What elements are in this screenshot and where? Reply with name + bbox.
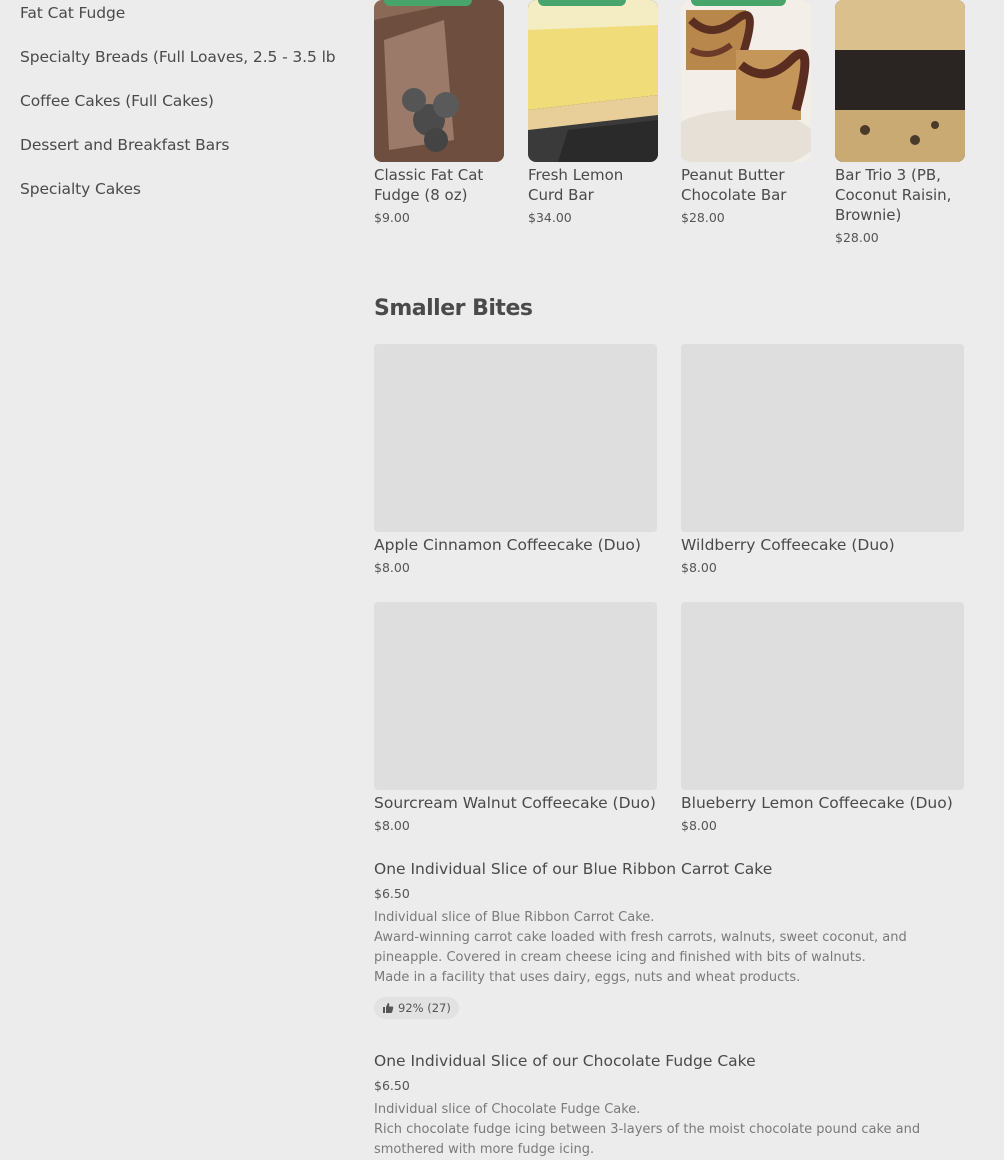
fudge-photo xyxy=(374,0,504,162)
product-price: $8.00 xyxy=(374,560,410,575)
rating-badge: 92% (27) xyxy=(374,997,459,1019)
product-price: $28.00 xyxy=(835,230,879,245)
product-title[interactable]: Classic Fat Cat Fudge (8 oz) xyxy=(374,165,504,205)
product-image-placeholder[interactable] xyxy=(681,344,964,532)
product-price: $9.00 xyxy=(374,210,410,225)
description-line: Made in a facility that uses dairy, eggs… xyxy=(374,970,801,985)
product-image-placeholder[interactable] xyxy=(374,602,657,790)
sidebar-item-dessert-bars[interactable]: Dessert and Breakfast Bars xyxy=(20,136,229,154)
description-line: Award-winning carrot cake loaded with fr… xyxy=(374,930,907,965)
product-title[interactable]: One Individual Slice of our Blue Ribbon … xyxy=(374,860,772,878)
sidebar-item-fat-cat-fudge[interactable]: Fat Cat Fudge xyxy=(20,4,125,22)
product-title[interactable]: Sourcream Walnut Coffeecake (Duo) xyxy=(374,794,656,812)
lemon-bar-photo xyxy=(528,0,658,162)
pb-bar-photo xyxy=(681,0,811,162)
product-description: Individual slice of Blue Ribbon Carrot C… xyxy=(374,908,934,988)
sidebar-item-specialty-breads[interactable]: Specialty Breads (Full Loaves, 2.5 - 3.5… xyxy=(20,48,336,66)
product-price: $8.00 xyxy=(681,818,717,833)
badge xyxy=(538,0,626,6)
badge xyxy=(384,0,472,6)
rating-value: 92% (27) xyxy=(398,1001,451,1015)
product-price: $34.00 xyxy=(528,210,572,225)
thumbs-up-icon xyxy=(383,1003,394,1013)
product-image-placeholder[interactable] xyxy=(681,602,964,790)
product-price: $8.00 xyxy=(681,560,717,575)
product-price: $6.50 xyxy=(374,1078,410,1093)
product-price: $6.50 xyxy=(374,886,410,901)
product-title[interactable]: Fresh Lemon Curd Bar xyxy=(528,165,658,205)
product-title[interactable]: Peanut Butter Chocolate Bar xyxy=(681,165,811,205)
product-image-placeholder[interactable] xyxy=(374,344,657,532)
description-line: Individual slice of Blue Ribbon Carrot C… xyxy=(374,910,655,925)
section-title: Smaller Bites xyxy=(374,296,533,321)
product-title[interactable]: One Individual Slice of our Chocolate Fu… xyxy=(374,1052,756,1070)
product-title[interactable]: Blueberry Lemon Coffeecake (Duo) xyxy=(681,794,953,812)
bar-trio-photo xyxy=(835,0,965,162)
description-line: Rich chocolate fudge icing between 3-lay… xyxy=(374,1122,921,1157)
lemon-bar-image[interactable] xyxy=(528,0,658,162)
product-title[interactable]: Bar Trio 3 (PB, Coconut Raisin, Brownie) xyxy=(835,165,965,225)
product-price: $28.00 xyxy=(681,210,725,225)
sidebar-item-specialty-cakes[interactable]: Specialty Cakes xyxy=(20,180,141,198)
product-title[interactable]: Apple Cinnamon Coffeecake (Duo) xyxy=(374,536,641,554)
description-line: Individual slice of Chocolate Fudge Cake… xyxy=(374,1102,641,1117)
product-title[interactable]: Wildberry Coffeecake (Duo) xyxy=(681,536,895,554)
badge xyxy=(691,0,786,6)
pb-bar-image[interactable] xyxy=(681,0,811,162)
bar-trio-image[interactable] xyxy=(835,0,965,162)
sidebar-item-coffee-cakes[interactable]: Coffee Cakes (Full Cakes) xyxy=(20,92,214,110)
product-price: $8.00 xyxy=(374,818,410,833)
product-description: Individual slice of Chocolate Fudge Cake… xyxy=(374,1100,934,1160)
fudge-image[interactable] xyxy=(374,0,504,162)
